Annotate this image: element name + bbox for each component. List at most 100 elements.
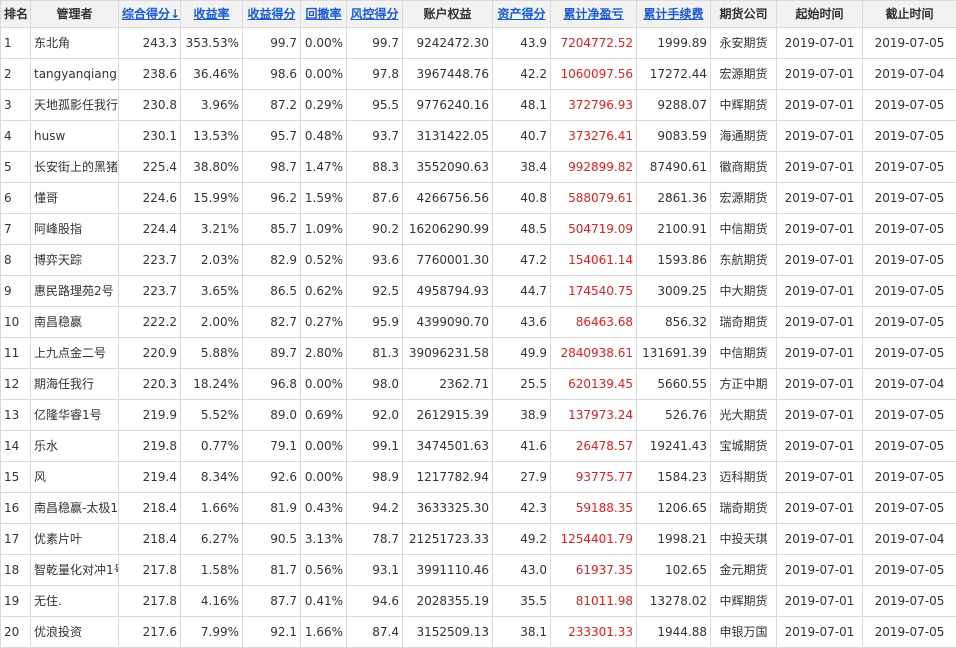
- col-header-net-profit[interactable]: 累计净盈亏: [551, 1, 637, 28]
- rank-cell: 11: [1, 338, 31, 369]
- return-rate-cell: 6.27%: [181, 524, 243, 555]
- equity-cell: 3152509.13: [403, 617, 493, 648]
- total-score-cell: 222.2: [119, 307, 181, 338]
- col-header-end-date: 截止时间: [863, 1, 956, 28]
- equity-cell: 2362.71: [403, 369, 493, 400]
- net-profit-cell: 86463.68: [551, 307, 637, 338]
- col-header-risk-score[interactable]: 风控得分: [347, 1, 403, 28]
- start-date-cell: 2019-07-01: [777, 59, 863, 90]
- return-rate-cell: 2.03%: [181, 245, 243, 276]
- col-header-start-date: 起始时间: [777, 1, 863, 28]
- table-row: 18智乾量化对冲1号217.81.58%81.70.56%93.13991110…: [1, 555, 956, 586]
- net-profit-cell: 372796.93: [551, 90, 637, 121]
- manager-cell: tangyanqiang: [31, 59, 119, 90]
- equity-cell: 4958794.93: [403, 276, 493, 307]
- manager-cell: 惠民路理苑2号: [31, 276, 119, 307]
- start-date-cell: 2019-07-01: [777, 555, 863, 586]
- col-header-broker: 期货公司: [711, 1, 777, 28]
- start-date-cell: 2019-07-01: [777, 276, 863, 307]
- risk-score-cell: 98.0: [347, 369, 403, 400]
- end-date-cell: 2019-07-05: [863, 214, 956, 245]
- equity-cell: 7760001.30: [403, 245, 493, 276]
- equity-cell: 39096231.58: [403, 338, 493, 369]
- drawdown-cell: 0.29%: [301, 90, 347, 121]
- manager-cell: 风: [31, 462, 119, 493]
- table-row: 15风219.48.34%92.60.00%98.91217782.9427.9…: [1, 462, 956, 493]
- start-date-cell: 2019-07-01: [777, 586, 863, 617]
- return-rate-cell: 3.21%: [181, 214, 243, 245]
- broker-cell: 中辉期货: [711, 90, 777, 121]
- broker-cell: 申银万国: [711, 617, 777, 648]
- table-row: 10南昌稳赢222.22.00%82.70.27%95.94399090.704…: [1, 307, 956, 338]
- total-score-cell: 230.1: [119, 121, 181, 152]
- manager-cell: 天地孤影任我行: [31, 90, 119, 121]
- manager-cell: 阿峰股指: [31, 214, 119, 245]
- col-header-equity: 账户权益: [403, 1, 493, 28]
- risk-score-cell: 93.1: [347, 555, 403, 586]
- fees-cell: 856.32: [637, 307, 711, 338]
- col-header-return-rate[interactable]: 收益率: [181, 1, 243, 28]
- net-profit-cell: 137973.24: [551, 400, 637, 431]
- drawdown-cell: 0.27%: [301, 307, 347, 338]
- col-header-drawdown[interactable]: 回撤率: [301, 1, 347, 28]
- return-score-cell: 98.7: [243, 152, 301, 183]
- drawdown-cell: 0.41%: [301, 586, 347, 617]
- return-rate-cell: 13.53%: [181, 121, 243, 152]
- rank-cell: 16: [1, 493, 31, 524]
- total-score-cell: 220.3: [119, 369, 181, 400]
- col-header-total-score[interactable]: 综合得分↓: [119, 1, 181, 28]
- total-score-cell: 219.4: [119, 462, 181, 493]
- end-date-cell: 2019-07-05: [863, 28, 956, 59]
- end-date-cell: 2019-07-05: [863, 338, 956, 369]
- rank-cell: 6: [1, 183, 31, 214]
- net-profit-cell: 2840938.61: [551, 338, 637, 369]
- equity-cell: 3552090.63: [403, 152, 493, 183]
- drawdown-cell: 0.00%: [301, 28, 347, 59]
- broker-cell: 宏源期货: [711, 59, 777, 90]
- rank-cell: 9: [1, 276, 31, 307]
- manager-cell: 上九点金二号: [31, 338, 119, 369]
- return-score-cell: 86.5: [243, 276, 301, 307]
- table-body: 1东北角243.3353.53%99.70.00%99.79242472.304…: [1, 28, 956, 648]
- risk-score-cell: 93.7: [347, 121, 403, 152]
- broker-cell: 徽商期货: [711, 152, 777, 183]
- rank-cell: 4: [1, 121, 31, 152]
- risk-score-cell: 78.7: [347, 524, 403, 555]
- risk-score-cell: 87.4: [347, 617, 403, 648]
- drawdown-cell: 0.69%: [301, 400, 347, 431]
- start-date-cell: 2019-07-01: [777, 524, 863, 555]
- total-score-cell: 230.8: [119, 90, 181, 121]
- equity-cell: 2612915.39: [403, 400, 493, 431]
- col-header-asset-score[interactable]: 资产得分: [493, 1, 551, 28]
- equity-cell: 3991110.46: [403, 555, 493, 586]
- rank-cell: 8: [1, 245, 31, 276]
- manager-cell: 懂哥: [31, 183, 119, 214]
- fees-cell: 1593.86: [637, 245, 711, 276]
- fees-cell: 5660.55: [637, 369, 711, 400]
- return-rate-cell: 1.66%: [181, 493, 243, 524]
- broker-cell: 瑞奇期货: [711, 493, 777, 524]
- asset-score-cell: 48.5: [493, 214, 551, 245]
- net-profit-cell: 93775.77: [551, 462, 637, 493]
- fees-cell: 131691.39: [637, 338, 711, 369]
- return-rate-cell: 3.96%: [181, 90, 243, 121]
- table-row: 17优素片叶218.46.27%90.53.13%78.721251723.33…: [1, 524, 956, 555]
- end-date-cell: 2019-07-05: [863, 152, 956, 183]
- net-profit-cell: 992899.82: [551, 152, 637, 183]
- return-rate-cell: 38.80%: [181, 152, 243, 183]
- table-row: 2tangyanqiang238.636.46%98.60.00%97.8396…: [1, 59, 956, 90]
- drawdown-cell: 1.47%: [301, 152, 347, 183]
- equity-cell: 3131422.05: [403, 121, 493, 152]
- drawdown-cell: 0.00%: [301, 462, 347, 493]
- return-rate-cell: 36.46%: [181, 59, 243, 90]
- col-header-return-score[interactable]: 收益得分: [243, 1, 301, 28]
- asset-score-cell: 40.7: [493, 121, 551, 152]
- asset-score-cell: 42.3: [493, 493, 551, 524]
- asset-score-cell: 25.5: [493, 369, 551, 400]
- total-score-cell: 217.8: [119, 586, 181, 617]
- col-header-fees[interactable]: 累计手续费: [637, 1, 711, 28]
- col-header-manager: 管理者: [31, 1, 119, 28]
- return-score-cell: 81.9: [243, 493, 301, 524]
- net-profit-cell: 26478.57: [551, 431, 637, 462]
- table-row: 1东北角243.3353.53%99.70.00%99.79242472.304…: [1, 28, 956, 59]
